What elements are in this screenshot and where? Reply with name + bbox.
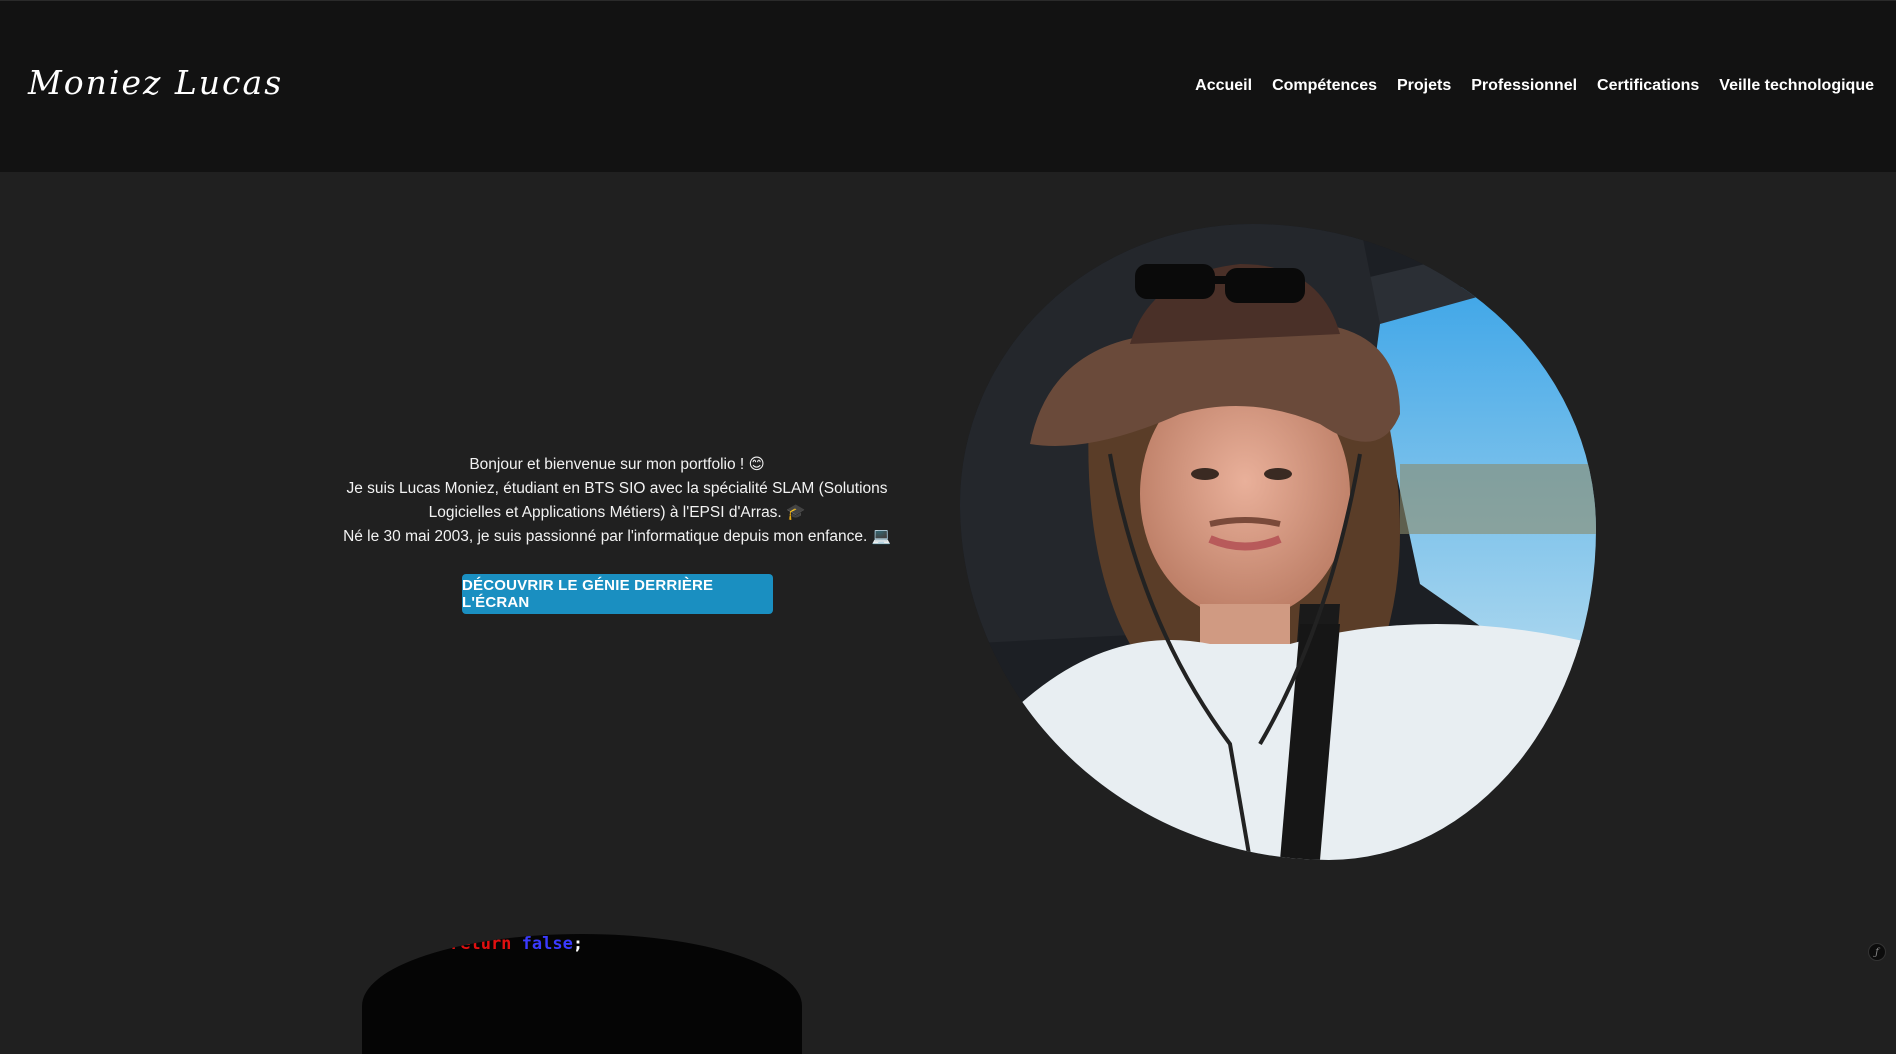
code-image-preview: return false;	[362, 934, 802, 1054]
profile-photo	[960, 224, 1596, 860]
hero-greeting: Bonjour et bienvenue sur mon portfolio !…	[330, 453, 904, 477]
code-return-keyword: return	[450, 934, 511, 954]
profile-photo-illustration	[960, 224, 1596, 860]
discover-button[interactable]: DÉCOUVRIR LE GÉNIE DERRIÈRE L'ÉCRAN	[462, 574, 773, 614]
code-line: return false;	[450, 934, 583, 954]
hero-description: Je suis Lucas Moniez, étudiant en BTS SI…	[330, 477, 904, 525]
nav-item-certifications[interactable]: Certifications	[1597, 77, 1699, 95]
hero-birth-info: Né le 30 mai 2003, je suis passionné par…	[330, 525, 904, 549]
nav-item-competences[interactable]: Compétences	[1272, 77, 1377, 95]
nav-item-veille-technologique[interactable]: Veille technologique	[1719, 77, 1874, 95]
nav-item-professionnel[interactable]: Professionnel	[1471, 77, 1577, 95]
main-nav: Accueil Compétences Projets Professionne…	[1195, 77, 1874, 95]
wix-logo-icon[interactable]: ƒ	[1868, 943, 1886, 961]
hero-intro-text: Bonjour et bienvenue sur mon portfolio !…	[330, 453, 904, 549]
site-header: Moniez Lucas Accueil Compétences Projets…	[0, 0, 1896, 172]
code-false-keyword: false	[522, 934, 573, 954]
nav-item-accueil[interactable]: Accueil	[1195, 77, 1252, 95]
site-logo[interactable]: Moniez Lucas	[28, 63, 283, 102]
code-semicolon: ;	[573, 934, 583, 954]
nav-item-projets[interactable]: Projets	[1397, 77, 1451, 95]
